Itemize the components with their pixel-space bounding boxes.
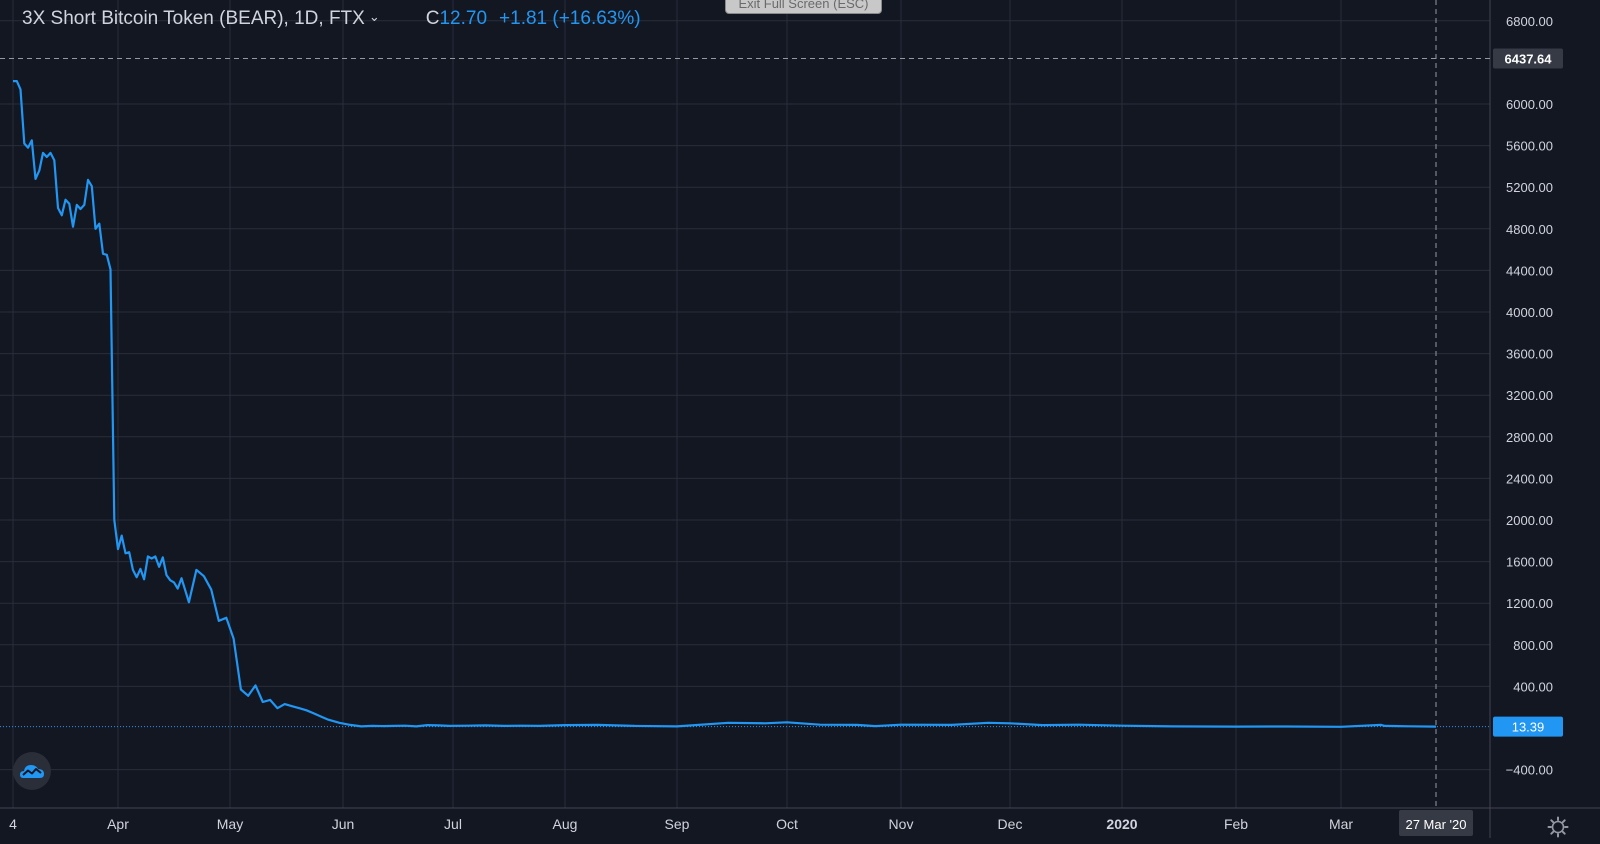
y-tick-label: −400.00 (1506, 763, 1553, 778)
x-tick-label: Dec (998, 816, 1023, 832)
x-tick-label: Oct (776, 816, 798, 832)
y-tick-label: 800.00 (1513, 638, 1553, 653)
y-tick-label: 6800.00 (1506, 14, 1553, 29)
chart-legend[interactable]: 3X Short Bitcoin Token (BEAR), 1D, FTX ⌄… (22, 6, 641, 32)
exit-fullscreen-button[interactable]: Exit Full Screen (ESC) (725, 0, 882, 14)
last-price-label: 13.39 (1512, 720, 1545, 735)
close-label: C (425, 8, 440, 29)
x-tick-label: May (217, 816, 243, 832)
x-tick-label: Jun (332, 816, 355, 832)
x-tick-label: Sep (665, 816, 690, 832)
y-tick-label: 4000.00 (1506, 305, 1553, 320)
series-layer (0, 79, 1490, 728)
y-tick-label: 1200.00 (1506, 596, 1553, 611)
tradingview-cloud-icon[interactable] (13, 752, 51, 790)
y-tick-label: 4800.00 (1506, 222, 1553, 237)
overlay: 6437.64 13.39 27 Mar '20 (0, 0, 1563, 836)
y-tick-label: 3200.00 (1506, 388, 1553, 403)
x-tick-label: Jul (444, 816, 462, 832)
crosshair-date-label: 27 Mar '20 (1405, 817, 1466, 832)
change-value: +1.81 (+16.63%) (499, 8, 641, 29)
y-tick-label: 5600.00 (1506, 139, 1553, 154)
grid (0, 0, 1490, 808)
y-tick-label: 2000.00 (1506, 513, 1553, 528)
y-tick-label: 5200.00 (1506, 180, 1553, 195)
symbol-title[interactable]: 3X Short Bitcoin Token (BEAR), 1D, FTX (22, 8, 365, 30)
chart-area[interactable]: −400.00 400.00 800.00 1200.00 1600.00 2000.00… (0, 0, 1600, 838)
price-series-line (13, 79, 1437, 728)
y-tick-label: 6000.00 (1506, 97, 1553, 112)
y-tick-label: 4400.00 (1506, 263, 1553, 278)
price-chart[interactable]: −400.00 400.00 800.00 1200.00 1600.00 2000.00… (0, 0, 1600, 838)
y-tick-label: 2800.00 (1506, 430, 1553, 445)
x-tick-label: 2020 (1106, 816, 1137, 832)
gear-icon[interactable] (1546, 815, 1570, 839)
axes: −400.00 400.00 800.00 1200.00 1600.00 2000.00… (0, 0, 1600, 838)
x-tick-label: Feb (1224, 816, 1248, 832)
close-value: 12.70 (439, 8, 488, 29)
y-tick-label: 2400.00 (1506, 471, 1553, 486)
chevron-down-icon[interactable]: ⌄ (369, 9, 380, 25)
x-tick-label: Mar (1329, 816, 1353, 832)
y-tick-label: 3600.00 (1506, 347, 1553, 362)
crosshair-price-label: 6437.64 (1505, 51, 1553, 66)
x-tick-label: 4 (9, 816, 17, 832)
x-tick-label: Nov (889, 816, 914, 832)
y-tick-label: 1600.00 (1506, 555, 1553, 570)
x-tick-label: Apr (107, 816, 129, 832)
x-tick-label: Aug (553, 816, 578, 832)
y-tick-label: 400.00 (1513, 679, 1553, 694)
